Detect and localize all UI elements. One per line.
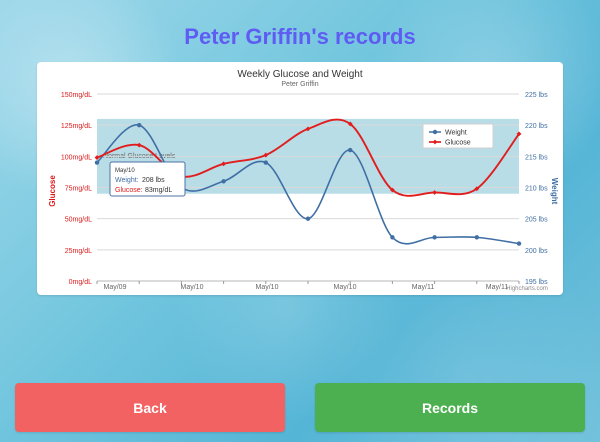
chart-subtitle: Peter Griffin (281, 81, 318, 88)
right-axis-tick-label: 215 lbs (525, 154, 548, 161)
left-axis-tick-label: 50mg/dL (65, 217, 92, 224)
page-title: Peter Griffin's records (184, 24, 416, 49)
right-axis-tick-label: 195 lbs (525, 279, 548, 286)
legend-weight-label: Weight (445, 130, 467, 137)
legend-glucose-label: Glucose (445, 140, 471, 147)
left-axis-tick-label: 125mg/dL (61, 123, 92, 130)
x-axis-tick-label: May/10 (181, 284, 204, 291)
tooltip-glucose-label: Glucose: (115, 187, 143, 194)
right-axis-tick-label: 200 lbs (525, 248, 548, 255)
left-axis-tick-label: 150mg/dL (61, 92, 92, 99)
glucose-weight-chart: Normal Glucose Levels 0mg/dL 195 lbs25mg/… (48, 69, 559, 292)
chart-title: Weekly Glucose and Weight (237, 69, 362, 80)
legend-weight-marker (432, 129, 438, 135)
left-axis-tick-label: 0mg/dL (69, 279, 92, 286)
left-axis-tick-label: 100mg/dL (61, 154, 92, 161)
records-button[interactable]: Records (315, 383, 585, 432)
tooltip-glucose-value: 83mg/dL (145, 187, 172, 194)
weight-point (348, 147, 353, 153)
right-axis-title: Weight (550, 178, 559, 205)
weight-point (263, 160, 268, 165)
left-axis-title: Glucose (48, 175, 57, 207)
tooltip-layer: May/10 Weight: 208 lbs Glucose: 83mg/dL (109, 161, 186, 197)
back-button[interactable]: Back (15, 383, 285, 432)
weight-point (137, 122, 142, 128)
right-axis-tick-label: 210 lbs (525, 186, 548, 193)
legend-layer: Weight Glucose (422, 123, 494, 149)
x-axis-tick-label: May/10 (334, 284, 357, 291)
tooltip-weight-value: 208 lbs (142, 177, 165, 184)
left-axis-tick-label: 75mg/dL (65, 186, 92, 193)
chart-credits: Highcharts.com (506, 286, 548, 292)
x-axis-tick-label: May/11 (412, 284, 435, 291)
weight-point (432, 235, 437, 240)
weight-point (305, 216, 311, 221)
right-axis-tick-label: 225 lbs (525, 92, 548, 99)
chart-card: Normal Glucose Levels 0mg/dL 195 lbs 25mg/… (37, 62, 563, 295)
x-axis-tick-label: May/11 (486, 284, 509, 291)
tooltip-date: May/10 (115, 168, 135, 174)
weight-point (474, 235, 479, 240)
weight-point (94, 160, 100, 165)
right-axis-tick-label: 205 lbs (525, 217, 548, 224)
weight-point (221, 179, 226, 184)
x-axis-tick-label: May/09 (104, 284, 127, 291)
weight-point (390, 235, 395, 240)
x-axis-tick-label: May/10 (256, 284, 279, 291)
right-axis-tick-label: 220 lbs (525, 123, 548, 130)
weight-point (516, 241, 522, 246)
left-axis-tick-label: 25mg/dL (65, 248, 92, 255)
tooltip-weight-label: Weight: (115, 177, 139, 184)
